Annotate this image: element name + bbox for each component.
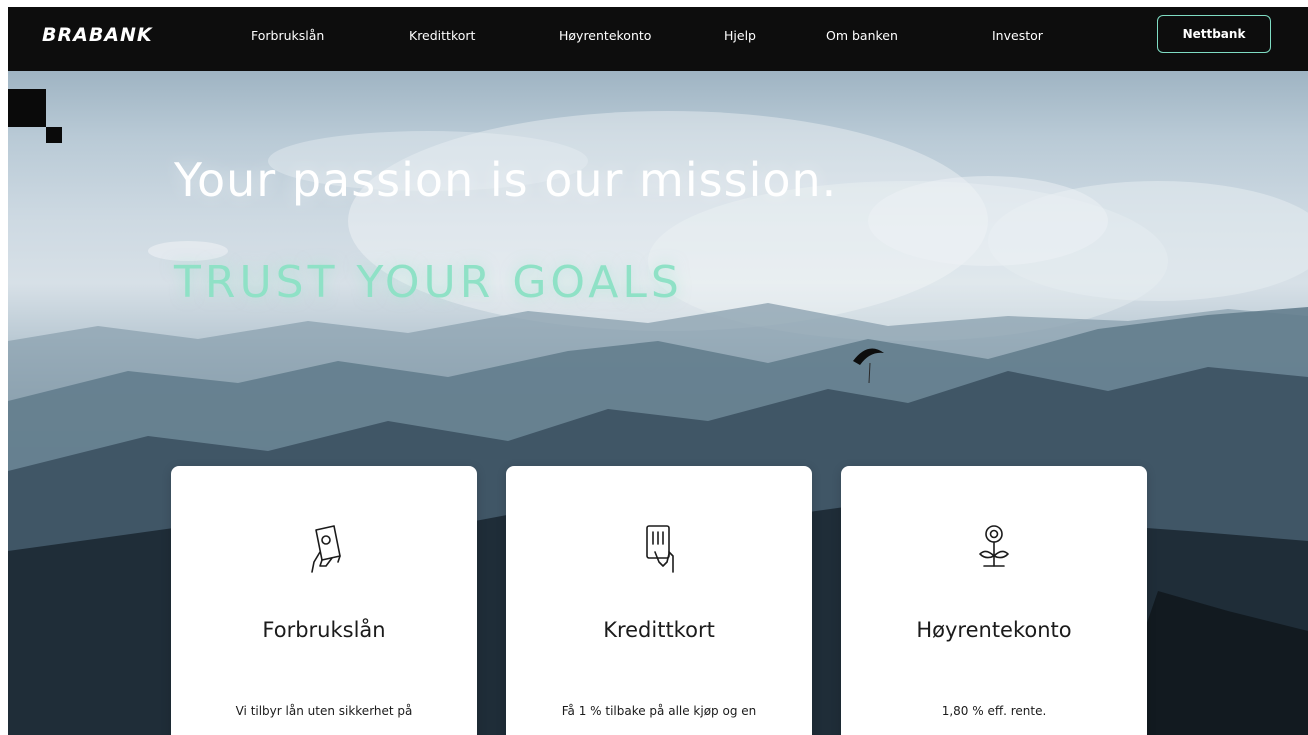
hero-title: Your passion is our mission. xyxy=(174,153,838,207)
card-text: Få 1 % tilbake på alle kjøp og en xyxy=(561,704,757,718)
nav-link-om-banken[interactable]: Om banken xyxy=(826,28,898,43)
card-text: 1,80 % eff. rente. xyxy=(941,704,1047,718)
nav-link-forbrukslan[interactable]: Forbrukslån xyxy=(251,28,324,43)
card-forbrukslan[interactable]: Forbrukslån Vi tilbyr lån uten sikkerhet… xyxy=(171,466,477,735)
card-kredittkort[interactable]: Kredittkort Få 1 % tilbake på alle kjøp … xyxy=(506,466,812,735)
card-title: Høyrentekonto xyxy=(916,618,1072,642)
nav-link-hjelp[interactable]: Hjelp xyxy=(724,28,756,43)
top-navbar: BRABANK Forbrukslån Kredittkort Høyrente… xyxy=(8,7,1308,71)
nav-link-kredittkort[interactable]: Kredittkort xyxy=(409,28,475,43)
hand-holding-card-icon xyxy=(311,525,341,573)
card-hoyrentekonto[interactable]: Høyrentekonto 1,80 % eff. rente. xyxy=(841,466,1147,735)
card-title: Kredittkort xyxy=(603,618,715,642)
nav-link-investor[interactable]: Investor xyxy=(992,28,1043,43)
nettbank-button[interactable]: Nettbank xyxy=(1157,15,1271,53)
hero-section: Your passion is our mission. TRUST YOUR … xyxy=(8,71,1308,735)
corner-decoration-small xyxy=(46,127,62,143)
growing-flower-icon xyxy=(979,525,1009,567)
brand-logo[interactable]: BRABANK xyxy=(42,24,153,46)
corner-decoration xyxy=(8,89,46,127)
page: BRABANK Forbrukslån Kredittkort Høyrente… xyxy=(8,7,1308,735)
card-title: Forbrukslån xyxy=(262,618,386,642)
hero-subtitle: TRUST YOUR GOALS xyxy=(174,257,683,308)
hand-holding-credit-card-icon xyxy=(646,525,674,573)
card-text: Vi tilbyr lån uten sikkerhet på xyxy=(235,704,413,718)
nav-link-hoyrentekonto[interactable]: Høyrentekonto xyxy=(559,28,651,43)
